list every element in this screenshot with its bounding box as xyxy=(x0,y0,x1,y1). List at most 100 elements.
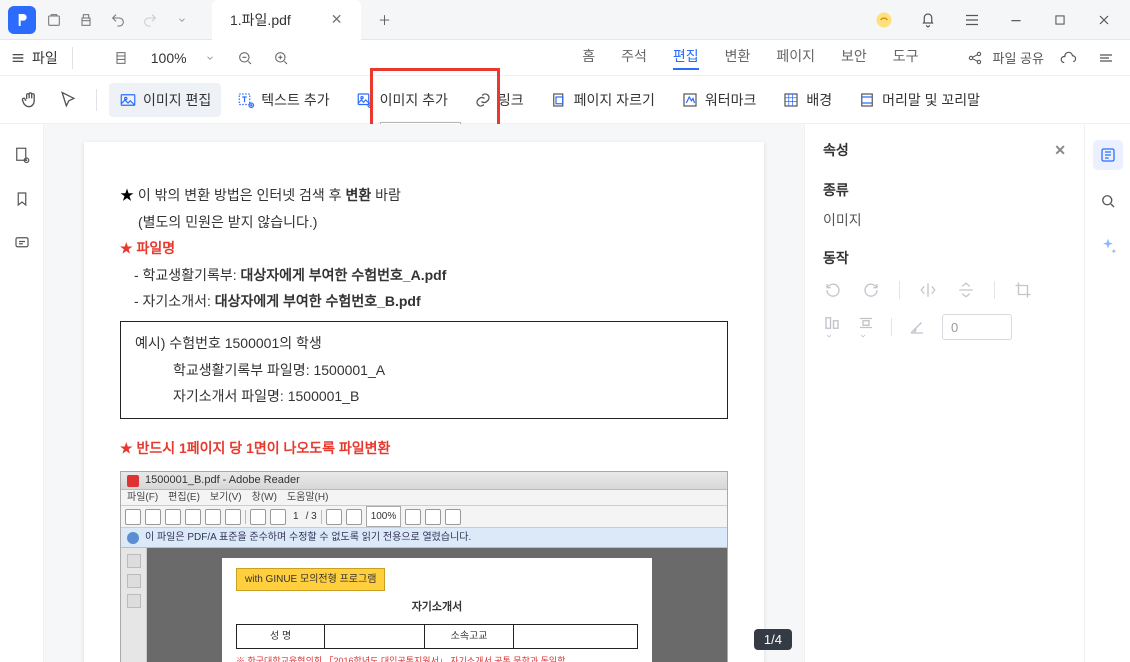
action-label: 동작 xyxy=(823,248,1066,268)
item1-bold: 대상자에게 부여한 수험번호_A.pdf xyxy=(241,267,447,283)
zoom-select[interactable]: 100% xyxy=(143,48,223,68)
menu-annotate[interactable]: 주석 xyxy=(621,46,647,70)
body: ★ 이 밖의 변환 방법은 인터넷 검색 후 변환 바람 (별도의 민원은 받지… xyxy=(0,124,1130,662)
zoom-out-icon[interactable] xyxy=(231,44,259,72)
crop-icon xyxy=(550,91,568,109)
shot-menu-1: 편집(E) xyxy=(168,488,200,507)
example-box: 예시) 수험번호 1500001의 학생 학교생활기록부 파일명: 150000… xyxy=(120,321,728,419)
comments-icon[interactable] xyxy=(9,230,35,256)
titlebar-right xyxy=(866,2,1130,38)
menu-page[interactable]: 페이지 xyxy=(776,46,815,70)
divider xyxy=(72,47,73,69)
bell-icon[interactable] xyxy=(910,2,946,38)
zoom-value: 100% xyxy=(151,50,187,66)
premium-icon[interactable] xyxy=(866,2,902,38)
undo-icon[interactable] xyxy=(104,6,132,34)
add-text-button[interactable]: 텍스트 추가 xyxy=(227,83,339,117)
distribute-icon[interactable] xyxy=(857,314,875,340)
page-indicator: 1/4 xyxy=(754,629,792,650)
tbl-school: 소속고교 xyxy=(425,625,513,649)
chevron-down-icon xyxy=(205,53,215,63)
watermark-label: 워터마크 xyxy=(705,90,757,110)
new-tab-button[interactable]: ＋ xyxy=(371,6,399,34)
shot-menu-0: 파일(F) xyxy=(127,488,158,507)
main-menus: 홈 주석 편집 변환 페이지 보안 도구 xyxy=(582,46,918,70)
zoom-in-icon[interactable] xyxy=(267,44,295,72)
flip-h-icon[interactable] xyxy=(918,280,938,300)
menubar: 파일 100% 홈 주석 편집 변환 페이지 보안 도구 파일 공유 xyxy=(0,40,1130,76)
crop-icon[interactable] xyxy=(1013,280,1033,300)
maximize-icon[interactable] xyxy=(1042,2,1078,38)
app-icon[interactable] xyxy=(8,6,36,34)
ex-l3: 자기소개서 파일명: 1500001_B xyxy=(135,383,713,410)
close-panel-icon[interactable]: ✕ xyxy=(1054,142,1066,159)
add-image-icon xyxy=(356,91,374,109)
share-area: 파일 공유 xyxy=(967,44,1120,72)
watermark-button[interactable]: 워터마크 xyxy=(671,83,767,117)
shot-table: 성 명소속고교 xyxy=(236,624,638,649)
minimize-icon[interactable] xyxy=(998,2,1034,38)
menu-home[interactable]: 홈 xyxy=(582,46,595,70)
search-icon[interactable] xyxy=(1093,186,1123,216)
add-image-button[interactable]: 이미지 추가 xyxy=(346,83,458,117)
menu-security[interactable]: 보안 xyxy=(841,46,867,70)
shot-zoom: 100% xyxy=(366,506,402,527)
rotation-input[interactable] xyxy=(942,314,1012,340)
flip-v-icon[interactable] xyxy=(956,280,976,300)
bookmark-icon[interactable] xyxy=(9,186,35,212)
shot-info: 이 파일은 PDF/A 표준을 준수하며 수정할 수 없도록 읽기 전용으로 열… xyxy=(121,528,727,548)
share-icon xyxy=(967,50,983,66)
item2-bold: 대상자에게 부여한 수험번호_B.pdf xyxy=(215,293,421,309)
dropdown-icon[interactable] xyxy=(168,6,196,34)
page-layout-icon[interactable] xyxy=(107,44,135,72)
watermark-icon xyxy=(681,91,699,109)
menu-edit[interactable]: 편집 xyxy=(673,46,699,70)
menu-icon[interactable] xyxy=(954,2,990,38)
hand-tool[interactable] xyxy=(14,83,46,117)
ai-sparkle-icon[interactable] xyxy=(1093,232,1123,262)
edit-toolbar: 이미지 편집 텍스트 추가 이미지 추가 링크 페이지 자르기 워터마크 배경 … xyxy=(0,76,1130,124)
ex-l1: 예시) 수험번호 1500001의 학생 xyxy=(135,330,713,357)
embedded-screenshot: 1500001_B.pdf - Adobe Reader 파일(F) 편집(E)… xyxy=(120,471,728,662)
select-tool[interactable] xyxy=(52,83,84,117)
thumbnails-icon[interactable] xyxy=(9,142,35,168)
share-button[interactable]: 파일 공유 xyxy=(993,48,1044,67)
redo-icon[interactable] xyxy=(136,6,164,34)
type-value: 이미지 xyxy=(823,210,1066,230)
text-icon xyxy=(237,91,255,109)
header-footer-button[interactable]: 머리말 및 꼬리말 xyxy=(848,83,990,117)
rotate-cw-icon[interactable] xyxy=(861,280,881,300)
properties-tab-icon[interactable] xyxy=(1093,140,1123,170)
close-window-icon[interactable] xyxy=(1086,2,1122,38)
more-icon[interactable] xyxy=(1092,44,1120,72)
doc-line2: (별도의 민원은 받지 않습니다.) xyxy=(120,209,728,236)
header-footer-icon xyxy=(858,91,876,109)
align-icon[interactable] xyxy=(823,314,841,340)
edit-image-button[interactable]: 이미지 편집 xyxy=(109,83,221,117)
edit-image-label: 이미지 편집 xyxy=(143,90,211,110)
pdf-icon xyxy=(127,475,139,487)
menu-tools[interactable]: 도구 xyxy=(893,46,919,70)
page-area[interactable]: ★ 이 밖의 변환 방법은 인터넷 검색 후 변환 바람 (별도의 민원은 받지… xyxy=(44,124,804,662)
background-button[interactable]: 배경 xyxy=(772,83,842,117)
link-button[interactable]: 링크 xyxy=(464,83,534,117)
shot-side xyxy=(121,548,147,662)
cloud-icon[interactable] xyxy=(1054,44,1082,72)
open-icon[interactable] xyxy=(40,6,68,34)
doc-line1-post: 바람 xyxy=(371,187,401,203)
print-icon[interactable] xyxy=(72,6,100,34)
rotate-ccw-icon[interactable] xyxy=(823,280,843,300)
document-tab[interactable]: 1.파일.pdf ✕ xyxy=(212,0,361,40)
titlebar-left: 1.파일.pdf ✕ ＋ xyxy=(0,0,399,40)
shot-canvas: with GINUE 모의전형 프로그램 자기소개서 성 명소속고교 ※ 한국대… xyxy=(147,548,727,662)
close-tab-icon[interactable]: ✕ xyxy=(331,11,343,28)
action-row xyxy=(823,280,1066,300)
doc-line1-bold: 변환 xyxy=(345,187,371,203)
background-label: 배경 xyxy=(806,90,832,110)
shot-tool: 1/ 3 100% xyxy=(121,506,727,528)
crop-page-button[interactable]: 페이지 자르기 xyxy=(540,83,665,117)
shot-menu: 파일(F) 편집(E) 보기(V) 창(W) 도움말(H) xyxy=(121,490,727,506)
menu-convert[interactable]: 변환 xyxy=(725,46,751,70)
divider xyxy=(96,89,97,111)
file-menu[interactable]: 파일 xyxy=(10,48,58,68)
